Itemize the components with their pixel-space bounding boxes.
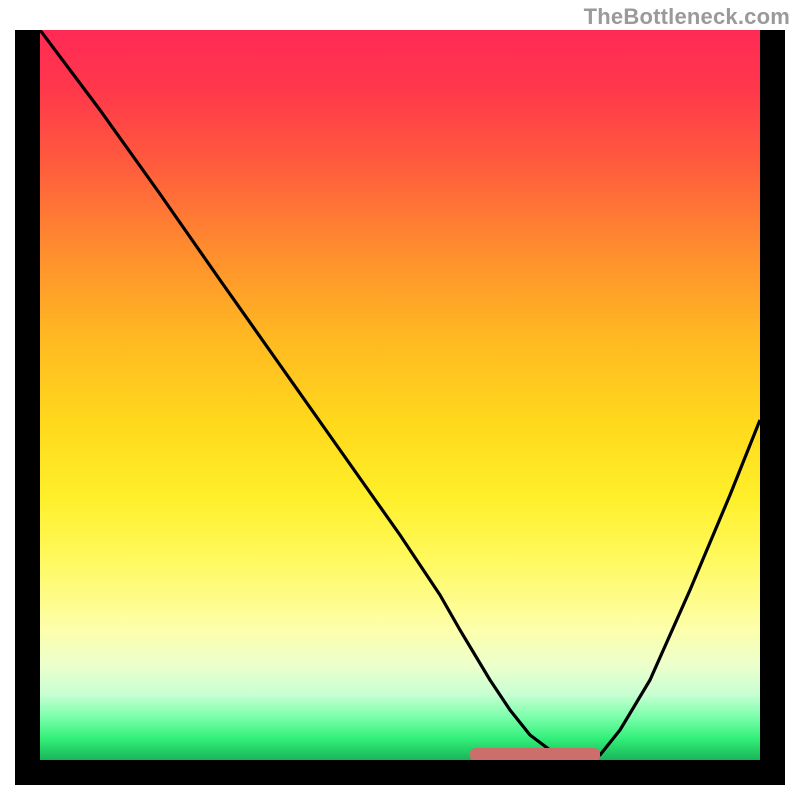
background-gradient bbox=[40, 30, 760, 760]
watermark-text: TheBottleneck.com bbox=[584, 4, 790, 30]
figure: TheBottleneck.com bbox=[0, 0, 800, 800]
chart-frame bbox=[15, 30, 785, 785]
